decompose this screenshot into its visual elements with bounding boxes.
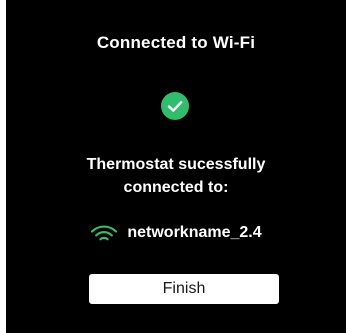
check-circle-icon — [161, 92, 189, 120]
connection-message: Thermostat sucessfully connected to: — [86, 156, 266, 196]
finish-button[interactable]: Finish — [89, 274, 279, 304]
wifi-icon — [90, 223, 118, 243]
page-title: Connected to Wi-Fi — [96, 33, 256, 52]
connected-network: networkname_2.4 — [6, 221, 346, 245]
wifi-connected-screen: Connected to Wi-Fi Thermostat sucessfull… — [6, 0, 346, 333]
network-name: networkname_2.4 — [127, 224, 262, 241]
